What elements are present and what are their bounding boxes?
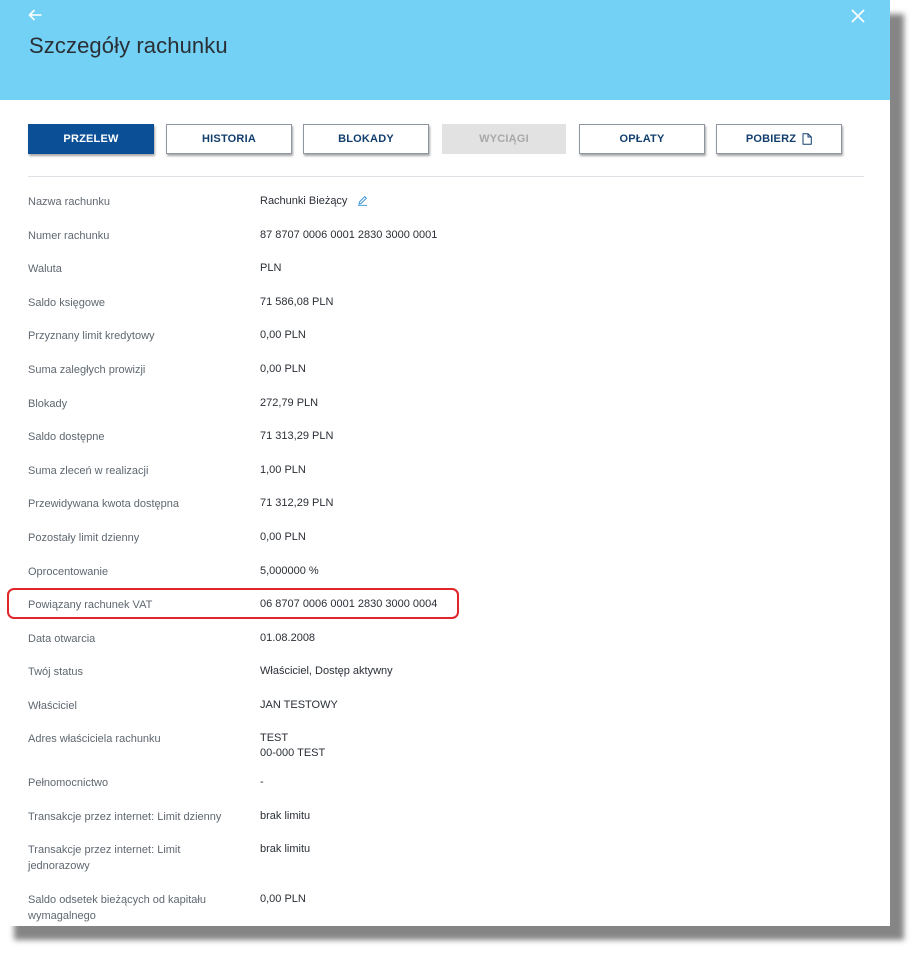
detail-label: Adres właściciela rachunku [28, 733, 161, 745]
detail-value: 1,00 PLN [260, 464, 306, 476]
detail-label: Pozostały limit dzienny [28, 532, 140, 544]
arrow-left-icon[interactable] [26, 6, 44, 24]
detail-label: Oprocentowanie [28, 566, 109, 578]
download-button[interactable]: POBIERZ [716, 124, 842, 154]
detail-label: Suma zaległych prowizji [28, 364, 146, 376]
address-line-1: TEST [260, 732, 289, 744]
detail-value: 5,000000 % [260, 565, 319, 577]
detail-value: Właściciel, Dostęp aktywny [260, 665, 393, 677]
account-details-panel: Szczegóły rachunku PRZELEW HISTORIA BLOK… [0, 0, 890, 926]
detail-label: Saldo odsetek bieżących od kapitału wyma… [28, 894, 206, 922]
detail-label: Transakcje przez internet: Limit jednora… [28, 844, 181, 872]
detail-value: PLN [260, 262, 282, 274]
detail-value: 71 313,29 PLN [260, 430, 334, 442]
detail-value: 71 312,29 PLN [260, 497, 334, 509]
blocks-button[interactable]: BLOKADY [303, 124, 429, 154]
history-button[interactable]: HISTORIA [166, 124, 292, 154]
detail-value: Rachunki Bieżący [260, 194, 820, 209]
transfer-button[interactable]: PRZELEW [28, 124, 154, 154]
page-title: Szczegóły rachunku [29, 33, 228, 58]
panel-header: Szczegóły rachunku [0, 0, 890, 100]
detail-label: Saldo księgowe [28, 297, 106, 309]
detail-label: Nazwa rachunku [28, 196, 110, 208]
action-toolbar: PRZELEW HISTORIA BLOKADY WYCIĄGI OPŁATY … [28, 124, 864, 156]
toolbar-divider [28, 176, 864, 177]
detail-value: 06 8707 0006 0001 2830 3000 0004 [260, 598, 438, 610]
pencil-icon[interactable] [357, 195, 368, 206]
detail-label: Przewidywana kwota dostępna [28, 498, 180, 510]
detail-label: Transakcje przez internet: Limit dzienny [28, 811, 222, 823]
detail-label: Pełnomocnictwo [28, 777, 109, 789]
detail-value: 71 586,08 PLN [260, 296, 334, 308]
detail-value: 0,00 PLN [260, 329, 306, 341]
detail-label: Data otwarcia [28, 633, 96, 645]
detail-value: - [260, 776, 264, 788]
detail-value: 0,00 PLN [260, 363, 306, 375]
fees-button[interactable]: OPŁATY [579, 124, 705, 154]
detail-value: brak limitu [260, 843, 311, 855]
account-name-value: Rachunki Bieżący [260, 195, 348, 207]
document-icon [802, 133, 812, 145]
detail-label: Waluta [28, 263, 62, 275]
detail-label: Twój status [28, 666, 84, 678]
detail-value: TEST 00-000 TEST [260, 731, 820, 761]
detail-value: 87 8707 0006 0001 2830 3000 0001 [260, 229, 438, 241]
detail-label: Właściciel [28, 700, 77, 712]
address-line-2: 00-000 TEST [260, 747, 326, 759]
statements-button[interactable]: WYCIĄGI [442, 124, 566, 154]
detail-label: Powiązany rachunek VAT [28, 599, 153, 611]
detail-value: 0,00 PLN [260, 531, 306, 543]
detail-label: Saldo dostępne [28, 431, 105, 443]
detail-value: 272,79 PLN [260, 397, 319, 409]
detail-label: Przyznany limit kredytowy [28, 330, 155, 342]
close-icon[interactable] [849, 7, 867, 25]
download-button-label: POBIERZ [745, 133, 797, 145]
detail-value: 01.08.2008 [260, 632, 316, 644]
detail-value: 0,00 PLN [260, 893, 306, 905]
screenshot-stage: Szczegóły rachunku PRZELEW HISTORIA BLOK… [0, 0, 917, 953]
detail-label: Suma zleceń w realizacji [28, 465, 149, 477]
detail-label: Blokady [28, 398, 68, 410]
detail-value: JAN TESTOWY [260, 699, 338, 711]
detail-label: Numer rachunku [28, 230, 110, 242]
detail-value: brak limitu [260, 810, 311, 822]
